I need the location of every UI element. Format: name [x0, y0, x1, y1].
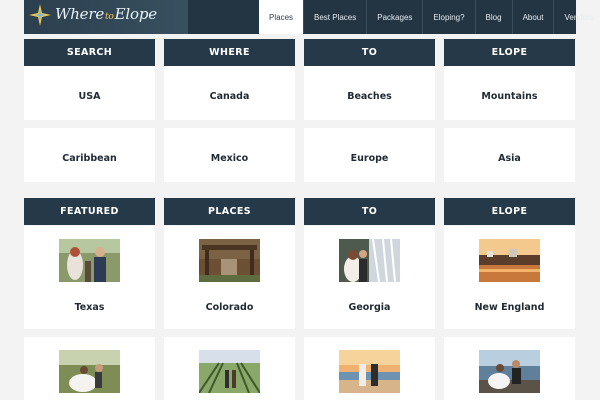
featured-banner: PLACES [164, 198, 295, 225]
region-tile-mexico[interactable]: Mexico [164, 128, 295, 182]
place-tile[interactable] [304, 337, 435, 400]
region-tile-caribbean[interactable]: Caribbean [24, 128, 155, 182]
nav-best-places[interactable]: Best Places [303, 0, 366, 34]
region-label: Asia [498, 153, 521, 164]
search-banner: TO [304, 39, 435, 66]
region-label: Mexico [210, 153, 249, 164]
place-tile[interactable] [164, 337, 295, 400]
region-tile-canada[interactable]: Canada [164, 66, 295, 120]
vineyard-couple-photo [199, 350, 260, 393]
place-label: Texas [74, 302, 105, 313]
place-tile[interactable] [24, 337, 155, 400]
compass-star-icon [29, 4, 51, 26]
nav-eloping[interactable]: Eloping? [422, 0, 474, 34]
featured-banner: ELOPE [444, 198, 575, 225]
region-tile-usa[interactable]: USA [24, 66, 155, 120]
featured-banner: FEATURED [24, 198, 155, 225]
search-banner: ELOPE [444, 39, 575, 66]
place-label: Colorado [205, 302, 254, 313]
region-label: Mountains [481, 91, 538, 102]
nav-blog[interactable]: Blog [474, 0, 512, 34]
region-tile-asia[interactable]: Asia [444, 128, 575, 182]
nav-packages[interactable]: Packages [366, 0, 422, 34]
rocky-coast-couple-photo [479, 350, 540, 393]
place-tile[interactable] [444, 337, 575, 400]
wedding-couple-photo [59, 239, 120, 282]
site-header: WheretoElope Places Best Places Packages… [24, 0, 594, 34]
logo-text: WheretoElope [55, 5, 157, 23]
gazebo-photo [199, 239, 260, 282]
place-tile-texas[interactable]: Texas [24, 226, 155, 329]
region-label: Canada [209, 91, 250, 102]
region-label: USA [78, 91, 101, 102]
site-logo[interactable]: WheretoElope [24, 0, 188, 34]
place-tile-georgia[interactable]: Georgia [304, 226, 435, 329]
harbor-sunset-photo [479, 239, 540, 282]
place-tile-new-england[interactable]: New England [444, 226, 575, 329]
nav-vendors[interactable]: Vendors [553, 0, 600, 34]
place-tile-colorado[interactable]: Colorado [164, 226, 295, 329]
waterfall-couple-photo [339, 239, 400, 282]
region-tile-mountains[interactable]: Mountains [444, 66, 575, 120]
featured-banner: TO [304, 198, 435, 225]
nav-places[interactable]: Places [259, 0, 304, 34]
place-label: New England [474, 302, 545, 313]
region-label: Caribbean [62, 153, 117, 164]
search-banner: SEARCH [24, 39, 155, 66]
nav-about[interactable]: About [511, 0, 554, 34]
region-label: Beaches [347, 91, 392, 102]
place-label: Georgia [348, 302, 391, 313]
main-nav: Places Best Places Packages Eloping? Blo… [259, 0, 600, 34]
beach-sunset-couple-photo [339, 350, 400, 393]
region-tile-europe[interactable]: Europe [304, 128, 435, 182]
garden-couple-photo [59, 350, 120, 393]
region-label: Europe [350, 153, 389, 164]
region-tile-beaches[interactable]: Beaches [304, 66, 435, 120]
search-banner: WHERE [164, 39, 295, 66]
